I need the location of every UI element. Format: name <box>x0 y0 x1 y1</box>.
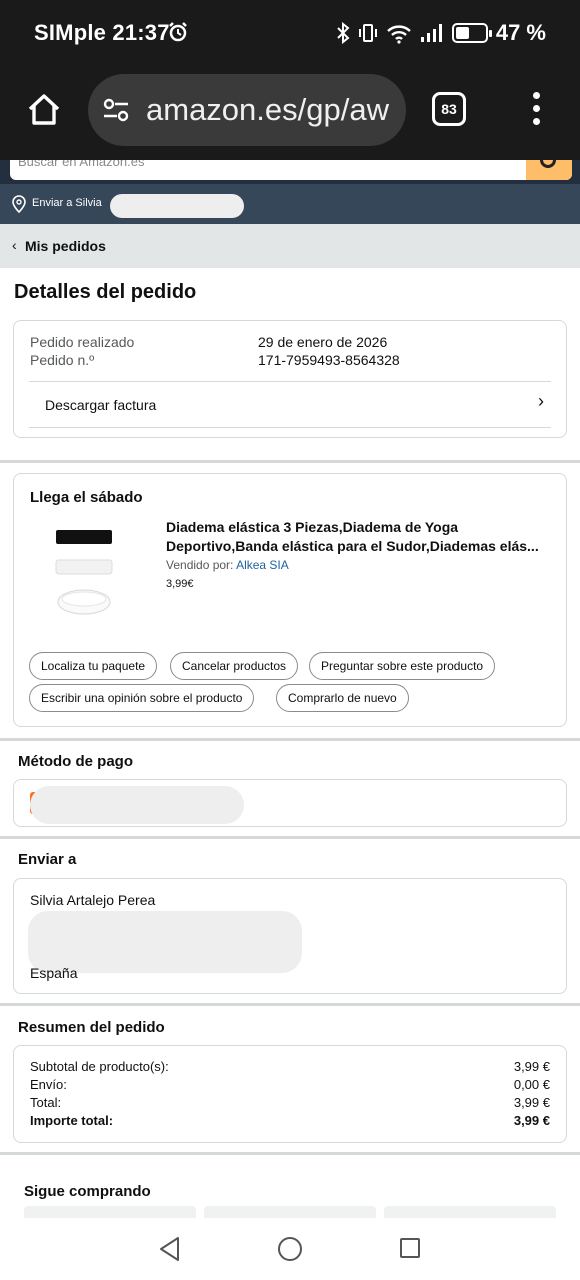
search-placeholder: Buscar en Amazon.es <box>18 160 145 169</box>
divider <box>29 427 551 428</box>
section-divider <box>0 1003 580 1006</box>
payment-card <box>13 779 567 827</box>
page-title: Detalles del pedido <box>14 281 197 303</box>
battery-percent: 47 % <box>495 20 546 45</box>
battery-icon <box>451 23 492 43</box>
ship-to-heading: Enviar a <box>18 851 77 868</box>
section-divider <box>0 460 580 463</box>
summary-row-grand-total: Importe total: 3,99 € <box>30 1113 550 1128</box>
recipient-country: España <box>30 965 78 981</box>
order-number-value: 171-7959493-8564328 <box>258 352 400 368</box>
amazon-header: Buscar en Amazon.es <box>0 160 580 184</box>
summary-value: 0,00 € <box>513 1077 550 1092</box>
order-summary-card: Subtotal de producto(s): 3,99 € Envío: 0… <box>13 1045 567 1143</box>
wifi-icon <box>387 25 411 44</box>
recipient-name: Silvia Artalejo Perea <box>30 892 156 908</box>
redaction <box>28 911 302 973</box>
site-settings-icon[interactable] <box>102 98 130 122</box>
product-seller: Vendido por: Alkea SIA <box>166 558 289 572</box>
section-divider <box>0 738 580 741</box>
ask-product-question-button[interactable]: Preguntar sobre este producto <box>309 652 496 680</box>
seller-link[interactable]: Alkea SIA <box>236 558 289 572</box>
signal-icon <box>420 24 442 42</box>
order-number-label: Pedido n.º <box>30 352 95 368</box>
redaction <box>110 194 244 218</box>
system-navigation-bar <box>0 1218 580 1280</box>
breadcrumb-my-orders[interactable]: Mis pedidos <box>25 238 106 254</box>
summary-label: Envío: <box>30 1077 67 1092</box>
recent-apps-icon[interactable] <box>400 1238 420 1258</box>
url-text: amazon.es/gp/aw <box>146 92 389 127</box>
track-package-button[interactable]: Localiza tu paquete <box>29 652 158 680</box>
summary-row-shipping: Envío: 0,00 € <box>30 1077 550 1092</box>
more-options-icon[interactable] <box>530 92 542 128</box>
browser-toolbar: amazon.es/gp/aw 83 <box>0 66 580 160</box>
seller-prefix: Vendido por: <box>166 558 234 572</box>
bluetooth-icon <box>337 22 350 44</box>
write-review-button[interactable]: Escribir una opinión sobre el producto <box>29 684 255 712</box>
summary-row-total: Total: 3,99 € <box>30 1095 550 1110</box>
product-image[interactable] <box>52 524 118 620</box>
order-placed-label: Pedido realizado <box>30 334 135 350</box>
status-bar: SIMple 21:37 47 % <box>0 0 580 66</box>
payment-method-heading: Método de pago <box>18 753 133 770</box>
chevron-right-icon[interactable]: › <box>538 391 544 412</box>
address-bar[interactable]: amazon.es/gp/aw <box>88 74 406 146</box>
redaction <box>30 786 244 824</box>
search-icon <box>540 160 556 168</box>
summary-value: 3,99 € <box>513 1113 550 1128</box>
order-summary-heading: Resumen del pedido <box>18 1019 165 1036</box>
vibrate-icon <box>358 24 377 42</box>
product-price: 3,99€ <box>166 578 194 590</box>
back-icon[interactable] <box>158 1236 182 1262</box>
breadcrumb[interactable]: ‹ Mis pedidos <box>0 224 580 268</box>
summary-row-subtotal: Subtotal de producto(s): 3,99 € <box>30 1059 550 1074</box>
keep-shopping-heading: Sigue comprando <box>24 1183 151 1200</box>
summary-label: Importe total: <box>30 1113 114 1128</box>
shipment-card: Llega el sábado Diadema elástica 3 Pieza… <box>13 473 567 727</box>
alarm-icon <box>169 22 187 42</box>
buy-again-button[interactable]: Comprarlo de nuevo <box>276 684 409 712</box>
product-title[interactable]: Diadema elástica 3 Piezas,Diadema de Yog… <box>166 518 556 556</box>
carrier-time: SIMple 21:37 <box>34 20 170 45</box>
cancel-items-button[interactable]: Cancelar productos <box>170 652 299 680</box>
tab-switcher-button[interactable]: 83 <box>432 92 466 126</box>
section-divider <box>0 1152 580 1155</box>
location-pin-icon <box>12 195 26 213</box>
home-nav-icon[interactable] <box>278 1237 302 1261</box>
summary-label: Subtotal de producto(s): <box>30 1059 169 1074</box>
order-info-card: Pedido realizado 29 de enero de 2026 Ped… <box>13 320 567 438</box>
status-icons: 47 % <box>336 20 546 46</box>
deliver-to-bar[interactable]: Enviar a Silvia <box>0 184 580 224</box>
delivery-status: Llega el sábado <box>30 489 143 506</box>
divider <box>29 381 551 382</box>
search-button[interactable] <box>526 160 572 180</box>
summary-label: Total: <box>30 1095 62 1110</box>
summary-value: 3,99 € <box>513 1095 550 1110</box>
section-divider <box>0 836 580 839</box>
home-icon[interactable] <box>24 90 64 130</box>
chevron-left-icon: ‹ <box>12 237 17 253</box>
summary-value: 3,99 € <box>513 1059 550 1074</box>
order-placed-value: 29 de enero de 2026 <box>258 334 388 350</box>
deliver-to-label: Enviar a Silvia <box>32 197 102 209</box>
download-invoice-link[interactable]: Descargar factura <box>45 397 156 413</box>
amazon-search-input[interactable]: Buscar en Amazon.es <box>10 160 572 180</box>
address-card: Silvia Artalejo Perea España <box>13 878 567 994</box>
